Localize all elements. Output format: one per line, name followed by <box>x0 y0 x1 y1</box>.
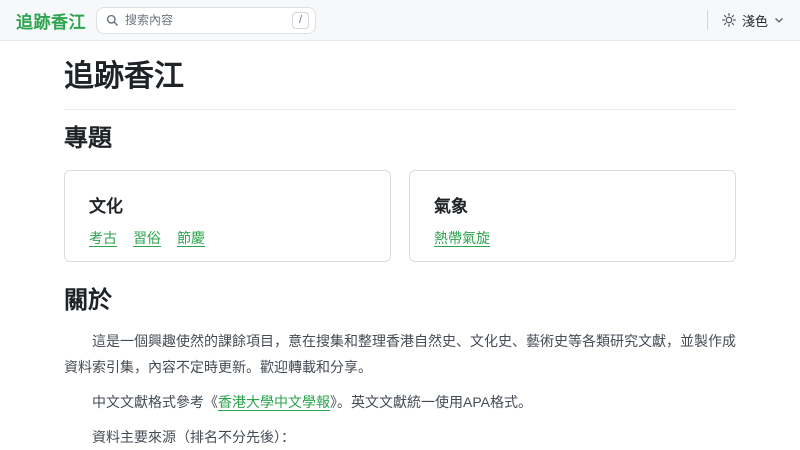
header-divider <box>707 10 708 30</box>
about-section: 關於 這是一個興趣使然的課餘項目，意在搜集和整理香港自然史、文化史、藝術史等各類… <box>64 286 736 450</box>
topics-heading: 專題 <box>64 124 736 154</box>
about-heading: 關於 <box>64 286 736 316</box>
about-paragraph-intro: 這是一個興趣使然的課餘項目，意在搜集和整理香港自然史、文化史、藝術史等各類研究文… <box>64 328 736 380</box>
journal-link[interactable]: 香港大學中文學報 <box>218 394 330 410</box>
theme-toggle-button[interactable]: 淺色 <box>722 11 784 30</box>
topic-link-customs[interactable]: 習俗 <box>133 228 161 248</box>
title-divider <box>64 109 736 110</box>
card-links: 熱帶氣旋 <box>434 228 711 248</box>
card-title: 文化 <box>89 192 366 217</box>
search-input[interactable] <box>125 13 292 27</box>
citation-text-after: 》。英文文獻統一使用APA格式。 <box>330 394 532 410</box>
topic-card-meteorology: 氣象 熱帶氣旋 <box>409 170 736 262</box>
topic-link-tropical-cyclone[interactable]: 熱帶氣旋 <box>434 228 490 248</box>
citation-text-before: 中文文獻格式參考《 <box>92 394 218 410</box>
theme-label: 淺色 <box>742 11 768 30</box>
chevron-down-icon <box>774 15 784 25</box>
card-links: 考古 習俗 節慶 <box>89 228 366 248</box>
app-header: 追跡香江 / <box>0 0 800 41</box>
about-paragraph-citation: 中文文獻格式參考《香港大學中文學報》。英文文獻統一使用APA格式。 <box>64 389 736 415</box>
header-right-group: 淺色 <box>707 10 784 30</box>
card-title: 氣象 <box>434 192 711 217</box>
topic-card-culture: 文化 考古 習俗 節慶 <box>64 170 391 262</box>
topic-link-archaeology[interactable]: 考古 <box>89 228 117 248</box>
sun-icon <box>722 13 736 27</box>
topics-cards: 文化 考古 習俗 節慶 氣象 熱帶氣旋 <box>64 170 736 262</box>
site-logo[interactable]: 追跡香江 <box>16 8 86 33</box>
search-box[interactable]: / <box>96 7 316 34</box>
about-paragraph-sources: 資料主要來源（排名不分先後）： <box>64 424 736 450</box>
search-icon <box>106 14 119 27</box>
topic-link-festivals[interactable]: 節慶 <box>177 228 205 248</box>
main-content: 追跡香江 專題 文化 考古 習俗 節慶 氣象 熱帶氣旋 關於 這是一個興趣使然的… <box>64 59 736 450</box>
page-title: 追跡香江 <box>64 59 736 95</box>
slash-key-hint: / <box>292 12 309 29</box>
